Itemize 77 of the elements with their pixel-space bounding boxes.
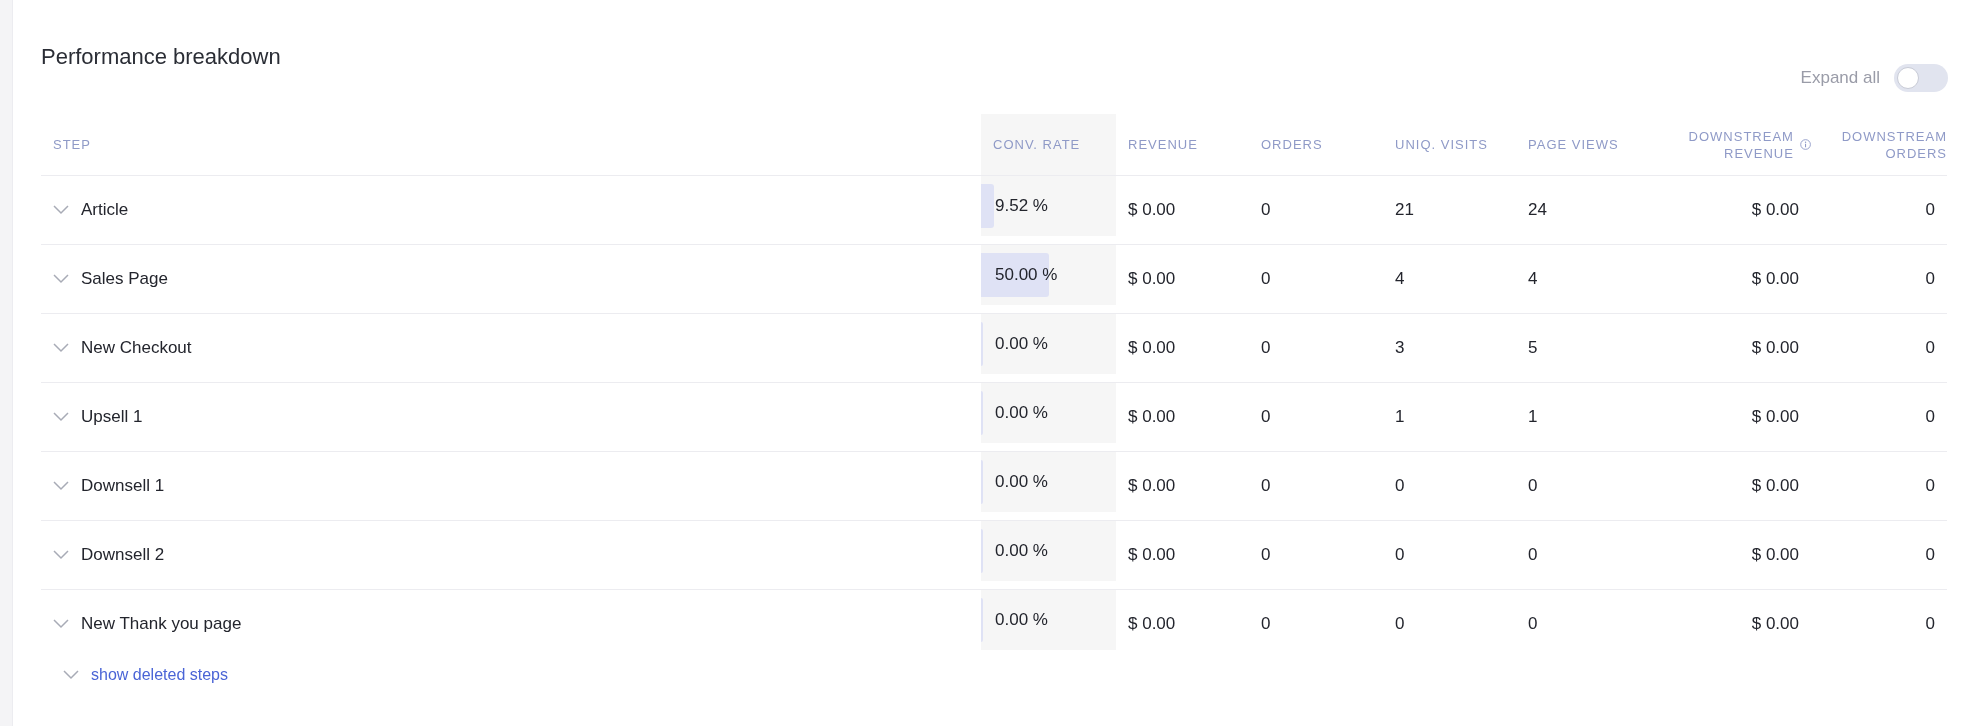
step-name: Sales Page [81, 269, 168, 289]
table-cell: 0 [1528, 545, 1538, 565]
column-header: REVENUE [1128, 136, 1198, 153]
column-header: DOWNSTREAM ORDERS [1840, 127, 1947, 162]
chevron-down-icon[interactable] [53, 619, 69, 629]
conversion-cell: 0.00 % [981, 521, 1116, 581]
table-cell: 5 [1528, 338, 1538, 358]
table-cell: 0 [1925, 614, 1935, 634]
step-name: Article [81, 200, 129, 220]
expand-all-switch[interactable] [1894, 64, 1948, 92]
toggle-label: Expand all [1800, 68, 1880, 88]
table-cell: $ 0.00 [1751, 269, 1799, 289]
table-cell: 0 [1261, 338, 1271, 358]
table-cell: 3 [1395, 338, 1405, 358]
column-header: STEP [53, 136, 91, 153]
table-cell: 4 [1395, 269, 1405, 289]
table-cell: $ 0.00 [1128, 200, 1176, 220]
table-cell: $ 0.00 [1751, 200, 1799, 220]
chevron-down-icon[interactable] [53, 274, 69, 284]
table-cell: 0 [1261, 614, 1271, 634]
table-cell: 0 [1925, 200, 1935, 220]
table-cell: $ 0.00 [1751, 476, 1799, 496]
table-cell: $ 0.00 [1128, 407, 1176, 427]
table-cell: 0 [1925, 476, 1935, 496]
table-cell: 0 [1925, 269, 1935, 289]
table-cell: $ 0.00 [1128, 338, 1176, 358]
table-cell: 0 [1395, 545, 1405, 565]
table-cell: $ 0.00 [1751, 407, 1799, 427]
column-header: DOWNSTREAM REVENUE [1687, 127, 1794, 162]
step-name: Downsell 1 [81, 476, 165, 496]
conversion-cell: 0.00 % [981, 314, 1116, 374]
table-cell: $ 0.00 [1128, 614, 1176, 634]
chevron-down-icon[interactable] [63, 670, 79, 680]
chevron-down-icon[interactable] [53, 412, 69, 422]
show-deleted-link[interactable]: show deleted steps [91, 666, 228, 684]
step-name: New Thank you page [81, 614, 242, 634]
table-cell: 1 [1528, 407, 1538, 427]
conversion-cell: 0.00 % [981, 383, 1116, 443]
chevron-down-icon[interactable] [53, 481, 69, 491]
section-title: Performance breakdown [41, 44, 281, 70]
step-name: Upsell 1 [81, 407, 143, 427]
table-cell: $ 0.00 [1128, 269, 1176, 289]
column-header: CONV. RATE [993, 136, 1081, 153]
conversion-cell: 0.00 % [981, 452, 1116, 512]
column-header: ORDERS [1261, 136, 1323, 153]
info-icon[interactable] [1799, 137, 1811, 152]
table-cell: 1 [1395, 407, 1405, 427]
table-cell: $ 0.00 [1751, 338, 1799, 358]
table-cell: 0 [1395, 476, 1405, 496]
table-cell: $ 0.00 [1751, 545, 1799, 565]
table-cell: 0 [1261, 269, 1271, 289]
table-cell: 4 [1528, 269, 1538, 289]
column-header: PAGE VIEWS [1528, 136, 1619, 153]
conversion-cell: 50.00 % [981, 245, 1116, 305]
table-cell: 24 [1528, 200, 1547, 220]
table-cell: 0 [1528, 476, 1538, 496]
table-cell: 0 [1261, 407, 1271, 427]
conversion-cell: 9.52 % [981, 176, 1116, 236]
table-cell: 0 [1925, 338, 1935, 358]
chevron-down-icon[interactable] [53, 205, 69, 215]
conversion-cell: 0.00 % [981, 590, 1116, 650]
table-cell: 0 [1261, 200, 1271, 220]
step-name: Downsell 2 [81, 545, 165, 565]
table-cell: 0 [1395, 614, 1405, 634]
table-cell: 21 [1395, 200, 1414, 220]
table-cell: 0 [1925, 407, 1935, 427]
table-cell: 0 [1261, 545, 1271, 565]
step-name: New Checkout [81, 338, 192, 358]
table-cell: 0 [1261, 476, 1271, 496]
chevron-down-icon[interactable] [53, 343, 69, 353]
column-header: UNIQ. VISITS [1395, 136, 1488, 153]
table-cell: 0 [1925, 545, 1935, 565]
chevron-down-icon[interactable] [53, 550, 69, 560]
table-cell: 0 [1528, 614, 1538, 634]
table-cell: $ 0.00 [1128, 545, 1176, 565]
table-cell: $ 0.00 [1751, 614, 1799, 634]
table-cell: $ 0.00 [1128, 476, 1176, 496]
